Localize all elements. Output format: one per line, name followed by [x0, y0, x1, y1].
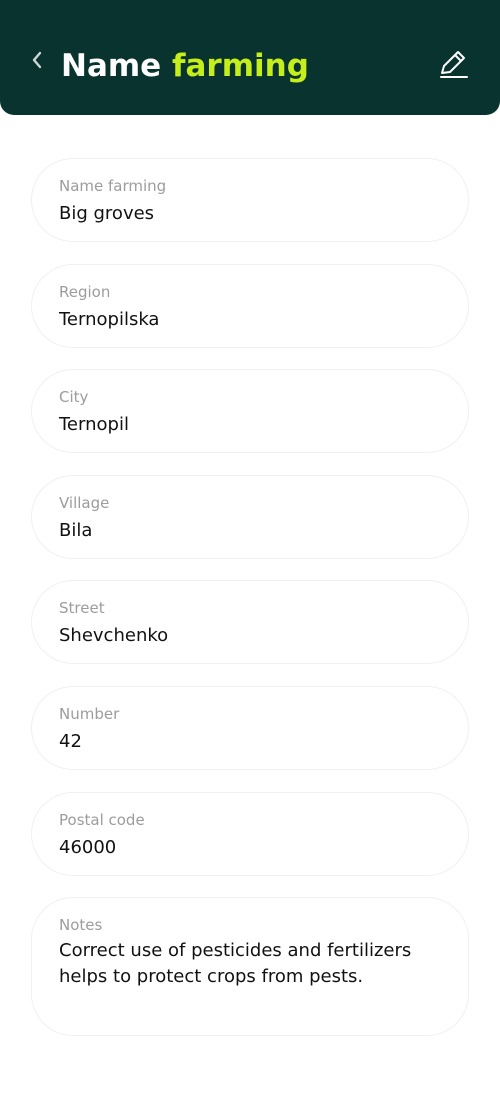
- pencil-edit-icon: [440, 51, 468, 78]
- field-value: Big groves: [59, 203, 155, 224]
- field-value: 42: [59, 731, 82, 752]
- field-number[interactable]: Number 42: [31, 686, 469, 770]
- field-value: 46000: [59, 837, 117, 858]
- title-main: Name: [61, 48, 162, 84]
- field-value: Shevchenko: [59, 625, 169, 646]
- field-city[interactable]: City Ternopil: [31, 369, 469, 453]
- field-postal-code[interactable]: Postal code 46000: [31, 792, 469, 876]
- chevron-left-icon: [32, 51, 42, 69]
- field-label: City: [59, 388, 89, 406]
- field-value: Correct use of pesticides and fertilizer…: [59, 940, 412, 987]
- back-button[interactable]: [22, 42, 52, 78]
- edit-button[interactable]: [434, 45, 472, 83]
- field-name-farming[interactable]: Name farming Big groves: [31, 158, 469, 242]
- field-notes[interactable]: Notes Correct use of pesticides and fert…: [31, 897, 469, 1036]
- field-label: Name farming: [59, 177, 167, 195]
- field-value: Ternopilska: [59, 309, 160, 330]
- page-title: Name farming: [61, 44, 309, 88]
- app-header: Name farming: [0, 0, 500, 115]
- field-value: Bila: [59, 520, 93, 541]
- field-street[interactable]: Street Shevchenko: [31, 580, 469, 664]
- field-label: Street: [59, 599, 105, 617]
- field-label: Region: [59, 283, 111, 301]
- field-label: Notes: [59, 916, 103, 934]
- field-label: Number: [59, 705, 120, 723]
- field-label: Village: [59, 494, 110, 512]
- field-value: Ternopil: [59, 414, 129, 435]
- field-label: Postal code: [59, 811, 145, 829]
- title-accent: farming: [172, 48, 309, 84]
- field-region[interactable]: Region Ternopilska: [31, 264, 469, 348]
- field-village[interactable]: Village Bila: [31, 475, 469, 559]
